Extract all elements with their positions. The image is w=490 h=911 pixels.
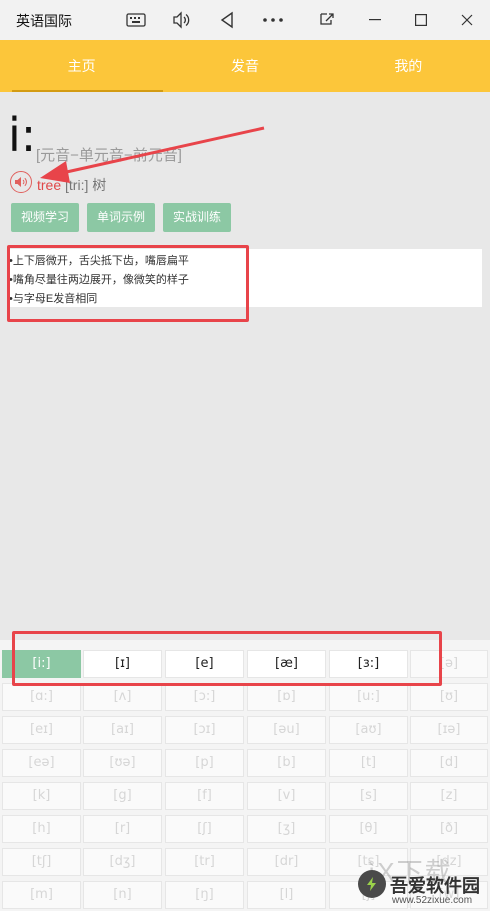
phoneme-cell[interactable]: [æ] (247, 650, 326, 678)
phoneme-cell[interactable]: [tr] (165, 848, 244, 876)
phoneme-cell[interactable]: [aʊ] (329, 716, 408, 744)
phoneme-cell[interactable]: [ɜ:] (329, 650, 408, 678)
window-titlebar: 英语国际 (0, 0, 490, 40)
phoneme-cell[interactable]: [ɪə] (410, 716, 488, 744)
phoneme-cell[interactable]: [ɑ:] (2, 683, 81, 711)
phoneme-cell[interactable]: [ŋ] (165, 881, 244, 909)
watermark-url: www.52zixue.com (392, 895, 473, 906)
pronunciation-tips: •上下唇微开，舌尖抵下齿，嘴唇扁平 •嘴角尽量往两边展开，像微笑的样子 •与字母… (9, 249, 482, 307)
phoneme-cell[interactable]: [t] (329, 749, 408, 777)
phoneme-cell[interactable]: [i:] (2, 650, 81, 678)
example-ipa: [tri:] (65, 177, 89, 193)
tab-pronunciation[interactable]: 发音 (163, 40, 326, 92)
video-learning-button[interactable]: 视频学习 (11, 203, 80, 232)
phoneme-cell[interactable]: [ʊə] (83, 749, 162, 777)
phoneme-cell[interactable]: [ʊ] (410, 683, 488, 711)
phoneme-cell[interactable]: [ɔ:] (165, 683, 244, 711)
example-word[interactable]: tree (37, 177, 61, 193)
phoneme-cell[interactable]: [u:] (329, 683, 408, 711)
restore-small-icon[interactable] (312, 6, 342, 34)
example-meaning: 树 (92, 177, 107, 193)
more-icon[interactable] (258, 6, 288, 34)
phoneme-cell[interactable]: [r] (83, 815, 162, 843)
phoneme-cell[interactable]: [m] (2, 881, 81, 909)
phoneme-cell[interactable]: [b] (247, 749, 326, 777)
phoneme-cell[interactable]: [e] (165, 650, 244, 678)
phoneme-cell[interactable]: [eə] (2, 749, 81, 777)
maximize-icon[interactable] (406, 6, 436, 34)
phoneme-cell[interactable]: [eɪ] (2, 716, 81, 744)
watermark: ìX下载 吾爱软件园 www.52zixue.com (358, 852, 488, 908)
phoneme-cell[interactable]: [dr] (247, 848, 326, 876)
phoneme-cell[interactable]: [ɒ] (247, 683, 326, 711)
speaker-icon[interactable] (166, 6, 196, 34)
phoneme-cell[interactable]: [ʌ] (83, 683, 162, 711)
phoneme-cell[interactable]: [d] (410, 749, 488, 777)
phoneme-category: [元音−单元音−前元音] (36, 147, 182, 164)
tip-item: •与字母E发音相同 (9, 293, 98, 305)
phoneme-cell[interactable]: [z] (410, 782, 488, 810)
tab-home[interactable]: 主页 (0, 40, 164, 92)
phoneme-cell[interactable]: [n] (83, 881, 162, 909)
watermark-logo-icon (358, 870, 386, 898)
phoneme-cell[interactable]: [v] (247, 782, 326, 810)
phoneme-cell[interactable]: [h] (2, 815, 81, 843)
phoneme-cell[interactable]: [aɪ] (83, 716, 162, 744)
word-examples-button[interactable]: 单词示例 (87, 203, 156, 232)
phoneme-cell[interactable]: [ð] (410, 815, 488, 843)
action-buttons: 视频学习 单词示例 实战训练 (11, 203, 232, 232)
tip-item: •嘴角尽量往两边展开，像微笑的样子 (9, 274, 189, 286)
minimize-icon[interactable] (360, 6, 390, 34)
app-title: 英语国际 (16, 13, 72, 29)
phoneme-cell[interactable]: [g] (83, 782, 162, 810)
back-icon[interactable] (212, 6, 242, 34)
phoneme-cell[interactable]: [l] (247, 881, 326, 909)
phoneme-cell[interactable]: [tʃ] (2, 848, 81, 876)
phoneme-symbol: i: (8, 108, 37, 162)
phoneme-cell[interactable]: [ɪ] (83, 650, 162, 678)
phoneme-cell[interactable]: [k] (2, 782, 81, 810)
close-icon[interactable] (452, 6, 482, 34)
phoneme-cell[interactable]: [f] (165, 782, 244, 810)
tab-mine[interactable]: 我的 (327, 40, 490, 92)
tip-item: •上下唇微开，舌尖抵下齿，嘴唇扁平 (9, 255, 189, 267)
phoneme-cell[interactable]: [θ] (329, 815, 408, 843)
keyboard-icon[interactable] (121, 6, 151, 34)
example-word-line: tree [tri:] 树 (37, 175, 106, 195)
phoneme-cell[interactable]: [ʒ] (247, 815, 326, 843)
practice-button[interactable]: 实战训练 (163, 203, 232, 232)
phoneme-cell[interactable]: [ɔɪ] (165, 716, 244, 744)
play-sound-icon[interactable] (10, 171, 32, 193)
phoneme-cell[interactable]: [dʒ] (83, 848, 162, 876)
phoneme-cell[interactable]: [p] (165, 749, 244, 777)
main-nav: 主页 发音 我的 (0, 40, 490, 92)
phoneme-cell[interactable]: [s] (329, 782, 408, 810)
phoneme-cell[interactable]: [ʃ] (165, 815, 244, 843)
phoneme-cell[interactable]: [ə] (410, 650, 488, 678)
phoneme-cell[interactable]: [əu] (247, 716, 326, 744)
